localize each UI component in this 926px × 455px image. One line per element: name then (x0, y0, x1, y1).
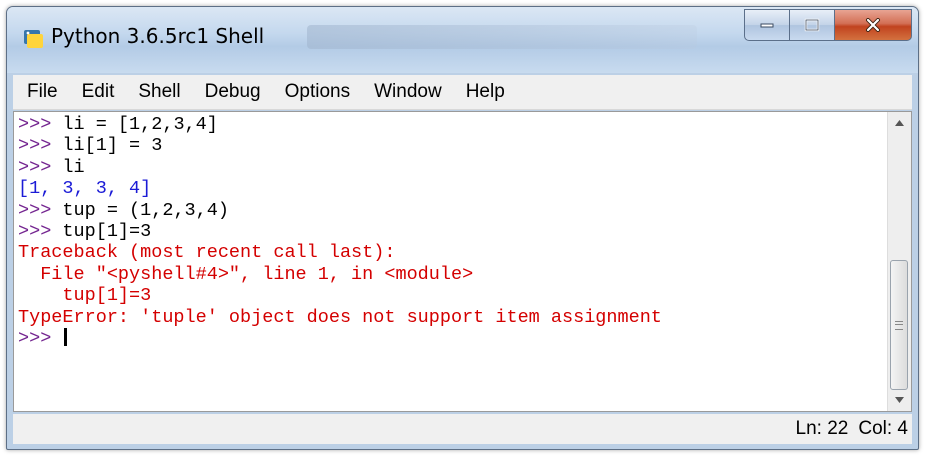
menu-options[interactable]: Options (281, 79, 354, 105)
shell-line: >>> li = [1,2,3,4] (18, 114, 887, 135)
shell-prompt: >>> (18, 156, 63, 178)
status-column-number: Col: 4 (858, 418, 908, 439)
close-button[interactable] (835, 9, 912, 41)
shell-line: >>> tup = (1,2,3,4) (18, 200, 887, 221)
error-text: Traceback (most recent call last): (18, 242, 396, 264)
grip-icon (895, 320, 903, 330)
maximize-icon (804, 18, 820, 32)
shell-prompt: >>> (18, 114, 63, 135)
shell-prompt: >>> (18, 135, 63, 157)
shell-line: tup[1]=3 (18, 285, 887, 306)
close-icon (866, 18, 880, 32)
scroll-up-button[interactable] (888, 112, 911, 134)
python-shell-window: Python 3.6.5rc1 Shell File Edit Shell De… (6, 6, 919, 450)
input-text: tup = (1,2,3,4) (62, 199, 229, 221)
minimize-icon (760, 23, 774, 28)
error-text: TypeError: 'tuple' object does not suppo… (18, 306, 662, 328)
shell-line: >>> (18, 327, 887, 349)
menu-window[interactable]: Window (370, 79, 446, 105)
shell-line: [1, 3, 3, 4] (18, 178, 887, 199)
arrow-down-icon (895, 397, 904, 403)
shell-line: Traceback (most recent call last): (18, 242, 887, 263)
maximize-button[interactable] (790, 9, 835, 41)
blurred-background-area (307, 25, 697, 49)
input-text: tup[1]=3 (62, 220, 152, 242)
title-bar[interactable]: Python 3.6.5rc1 Shell (7, 7, 918, 73)
shell-prompt: >>> (18, 199, 63, 221)
input-text: li[1] = 3 (62, 135, 163, 157)
shell-line: TypeError: 'tuple' object does not suppo… (18, 307, 887, 328)
minimize-button[interactable] (744, 9, 790, 41)
window-title: Python 3.6.5rc1 Shell (51, 24, 265, 48)
status-bar: Ln: 22 Col: 4 (13, 414, 912, 444)
shell-line: >>> li (18, 157, 887, 178)
scroll-down-button[interactable] (888, 389, 911, 411)
menu-debug[interactable]: Debug (201, 79, 265, 105)
window-controls (744, 9, 912, 41)
menu-bar: File Edit Shell Debug Options Window Hel… (13, 75, 912, 110)
shell-line: File "<pyshell#4>", line 1, in <module> (18, 264, 887, 285)
status-line-number: Ln: 22 (795, 418, 849, 439)
scrollbar-thumb[interactable] (890, 260, 908, 390)
shell-prompt: >>> (18, 327, 63, 349)
shell-line: >>> tup[1]=3 (18, 221, 887, 242)
error-text: File "<pyshell#4>", line 1, in <module> (18, 263, 474, 285)
shell-output[interactable]: >>> li = [1,2,3,4] >>> li[1] = 3 >>> li [1,… (14, 112, 887, 411)
output-text: [1, 3, 3, 4] (18, 178, 152, 200)
shell-line: >>> li[1] = 3 (18, 135, 887, 156)
arrow-up-icon (895, 120, 904, 126)
shell-text-area[interactable]: >>> li = [1,2,3,4] >>> li[1] = 3 >>> li [1,… (13, 111, 912, 412)
input-text: li (62, 156, 85, 178)
vertical-scrollbar[interactable] (887, 112, 911, 411)
input-text: li = [1,2,3,4] (62, 114, 218, 135)
text-cursor (64, 327, 68, 346)
menu-help[interactable]: Help (462, 79, 509, 105)
shell-prompt: >>> (18, 220, 63, 242)
menu-file[interactable]: File (23, 79, 62, 105)
python-app-icon (24, 30, 43, 48)
error-text: tup[1]=3 (18, 285, 152, 307)
menu-shell[interactable]: Shell (134, 79, 184, 105)
menu-edit[interactable]: Edit (78, 79, 119, 105)
